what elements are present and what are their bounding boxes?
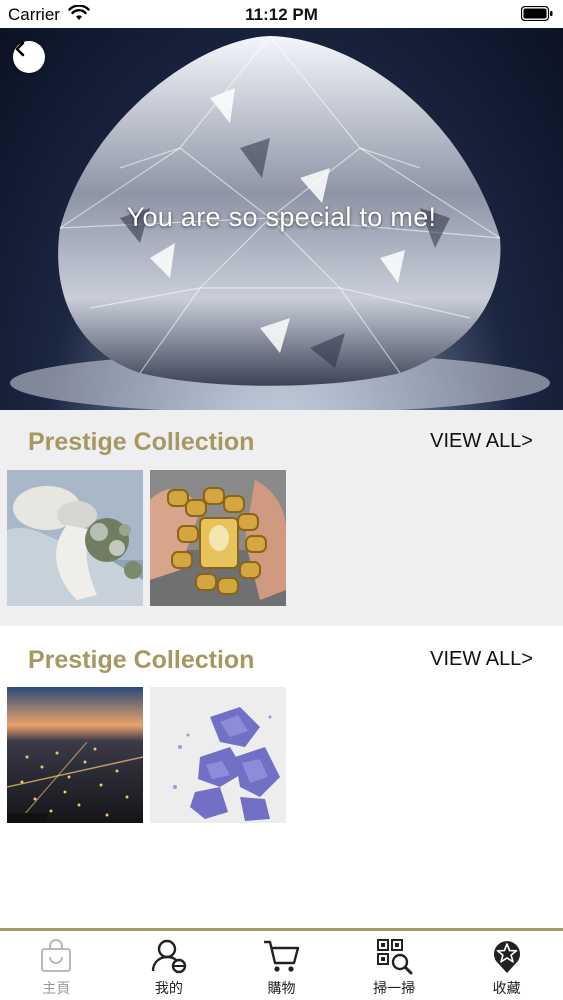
product-thumbnail-ribbon[interactable]	[7, 470, 143, 606]
tab-favorites[interactable]: 收藏	[450, 931, 563, 1000]
view-all-button[interactable]: VIEW ALL>	[430, 648, 533, 671]
shopping-bag-icon	[41, 939, 72, 972]
status-bar: Carrier 11:12 PM	[0, 0, 563, 28]
city-night-image	[7, 687, 143, 823]
tab-bar: 主頁 我的 購物 掃一掃 收藏	[0, 928, 563, 1000]
chevron-left-icon	[15, 41, 25, 57]
hero-caption: You are so special to me!	[126, 202, 437, 232]
qr-scan-icon	[377, 939, 413, 975]
tab-profile[interactable]: 我的	[113, 931, 226, 1000]
hero-banner: You are so special to me!	[0, 28, 563, 410]
gold-chain-image	[150, 470, 286, 606]
tab-label: 掃一掃	[373, 981, 416, 997]
battery-icon	[521, 6, 553, 21]
tab-home[interactable]: 主頁	[0, 931, 113, 1000]
blue-powder-image	[150, 687, 286, 823]
tab-label: 主頁	[42, 981, 71, 997]
tab-cart[interactable]: 購物	[225, 931, 338, 1000]
section-title: Prestige Collection	[28, 428, 255, 456]
collection-section: Prestige Collection VIEW ALL>	[0, 410, 563, 626]
ribbon-flower-image	[7, 470, 143, 606]
tab-label: 我的	[154, 981, 183, 997]
user-icon	[151, 939, 187, 974]
collection-section: Prestige Collection VIEW ALL>	[0, 628, 563, 928]
tab-label: 收藏	[492, 981, 521, 997]
back-button[interactable]	[13, 41, 45, 73]
product-thumbnail-chain[interactable]	[150, 470, 286, 606]
section-title: Prestige Collection	[28, 646, 255, 674]
product-thumbnail-powder[interactable]	[150, 687, 286, 823]
tab-label: 購物	[267, 981, 296, 997]
status-time: 11:12 PM	[245, 5, 318, 24]
cart-icon	[264, 940, 300, 972]
product-thumbnail-city[interactable]	[7, 687, 143, 823]
view-all-button[interactable]: VIEW ALL>	[430, 430, 533, 453]
tab-scan[interactable]: 掃一掃	[338, 931, 451, 1000]
star-badge-icon	[493, 941, 520, 973]
